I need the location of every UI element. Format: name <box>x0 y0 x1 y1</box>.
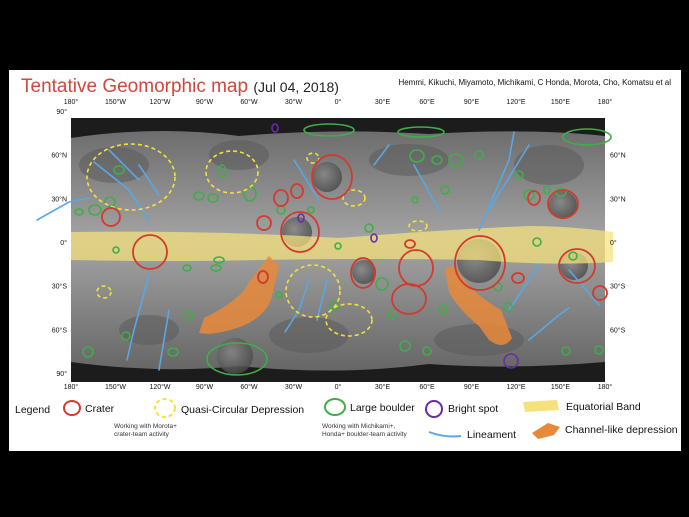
lon-label-top: 150°E <box>551 98 570 106</box>
lon-labels-bottom: 180° 150°W 120°W 90°W 60°W 30°W 0° 30°E 60°E 90°E… <box>64 383 613 391</box>
lon-label-top: 30°W <box>285 98 303 106</box>
lon-label-top: 90°E <box>464 98 480 106</box>
lat-label-left: 60°N <box>51 152 67 160</box>
lon-label-top: 30°E <box>375 98 391 106</box>
legend-quasi-symbol <box>154 398 176 418</box>
legend-lineament-symbol <box>428 431 462 438</box>
lat-label-left: 0° <box>60 239 67 247</box>
lat-label-left: 60°S <box>52 326 68 334</box>
lon-label-bottom: 90°E <box>464 383 480 391</box>
note-boulder-line2: Honda+ boulder-team activity <box>322 431 407 438</box>
legend-quasi-label: Quasi-Circular Depression <box>181 404 305 416</box>
note-boulder-line1: Working with Michikami+, <box>322 423 396 430</box>
legend-band-label: Equatorial Band <box>566 401 641 413</box>
slide: Tentative Geomorphic map (Jul 04, 2018) … <box>9 70 681 451</box>
lon-label-bottom: 90°W <box>196 383 214 391</box>
lon-label-bottom: 180° <box>598 383 613 391</box>
legend-lineament-label: Lineament <box>467 429 517 441</box>
legend-channel-label: Channel-like depression <box>565 424 678 436</box>
lon-label-top: 60°W <box>240 98 258 106</box>
lat-labels-left: 90° 60°N 30°N 0° 30°S 60°S 90° <box>51 108 67 378</box>
lon-label-bottom: 120°E <box>506 383 525 391</box>
lon-label-top: 120°W <box>149 98 170 106</box>
note-boulder: Working with Michikami+, Honda+ boulder-… <box>322 423 407 439</box>
lon-label-bottom: 30°W <box>285 383 303 391</box>
lon-label-top: 180° <box>598 98 613 106</box>
lon-label-bottom: 60°E <box>419 383 435 391</box>
lat-label-right: 30°N <box>610 195 626 203</box>
lat-label-left: 30°S <box>52 283 68 291</box>
lat-label-left: 90° <box>56 370 67 378</box>
lon-label-bottom: 60°W <box>240 383 258 391</box>
legend-crater-symbol <box>63 400 81 416</box>
lon-label-bottom: 30°E <box>375 383 391 391</box>
legend-channel-symbol <box>532 423 560 439</box>
lon-label-bottom: 180° <box>64 383 79 391</box>
lat-label-right: 60°N <box>610 152 626 160</box>
lat-label-left: 90° <box>56 108 67 116</box>
lon-label-bottom: 0° <box>335 383 342 391</box>
legend-boulder-symbol <box>324 398 346 416</box>
lon-labels-top: 180° 150°W 120°W 90°W 60°W 30°W 0° 30°E 60°E 90°E… <box>64 98 613 106</box>
legend-bright-symbol <box>425 400 443 418</box>
legend-crater-label: Crater <box>85 403 115 415</box>
lat-label-right: 0° <box>610 239 617 247</box>
lon-label-top: 120°E <box>506 98 525 106</box>
lat-label-left: 30°N <box>51 195 67 203</box>
geomorphic-map: 180° 150°W 120°W 90°W 60°W 30°W 0° 30°E 60°E 90°E… <box>36 98 626 391</box>
legend-heading: Legend <box>15 404 51 416</box>
lat-label-right: 30°S <box>610 283 626 291</box>
note-crater-line1: Working with Morota+ <box>114 423 177 430</box>
note-crater: Working with Morota+ crater-team activit… <box>114 423 177 439</box>
lat-labels-right: 60°N 30°N 0° 30°S 60°S <box>610 152 626 335</box>
lat-label-right: 60°S <box>610 326 626 334</box>
lon-label-top: 0° <box>335 98 342 106</box>
lon-label-bottom: 120°W <box>149 383 170 391</box>
lon-label-top: 60°E <box>419 98 435 106</box>
lon-label-top: 180° <box>64 98 79 106</box>
lon-label-top: 90°W <box>196 98 214 106</box>
lon-label-bottom: 150°E <box>551 383 570 391</box>
lon-label-bottom: 150°W <box>105 383 126 391</box>
note-crater-line2: crater-team activity <box>114 431 169 438</box>
legend-boulder-label: Large boulder <box>350 402 415 414</box>
legend-bright-label: Bright spot <box>448 403 499 415</box>
lon-label-top: 150°W <box>105 98 126 106</box>
legend-band-symbol <box>523 400 559 412</box>
